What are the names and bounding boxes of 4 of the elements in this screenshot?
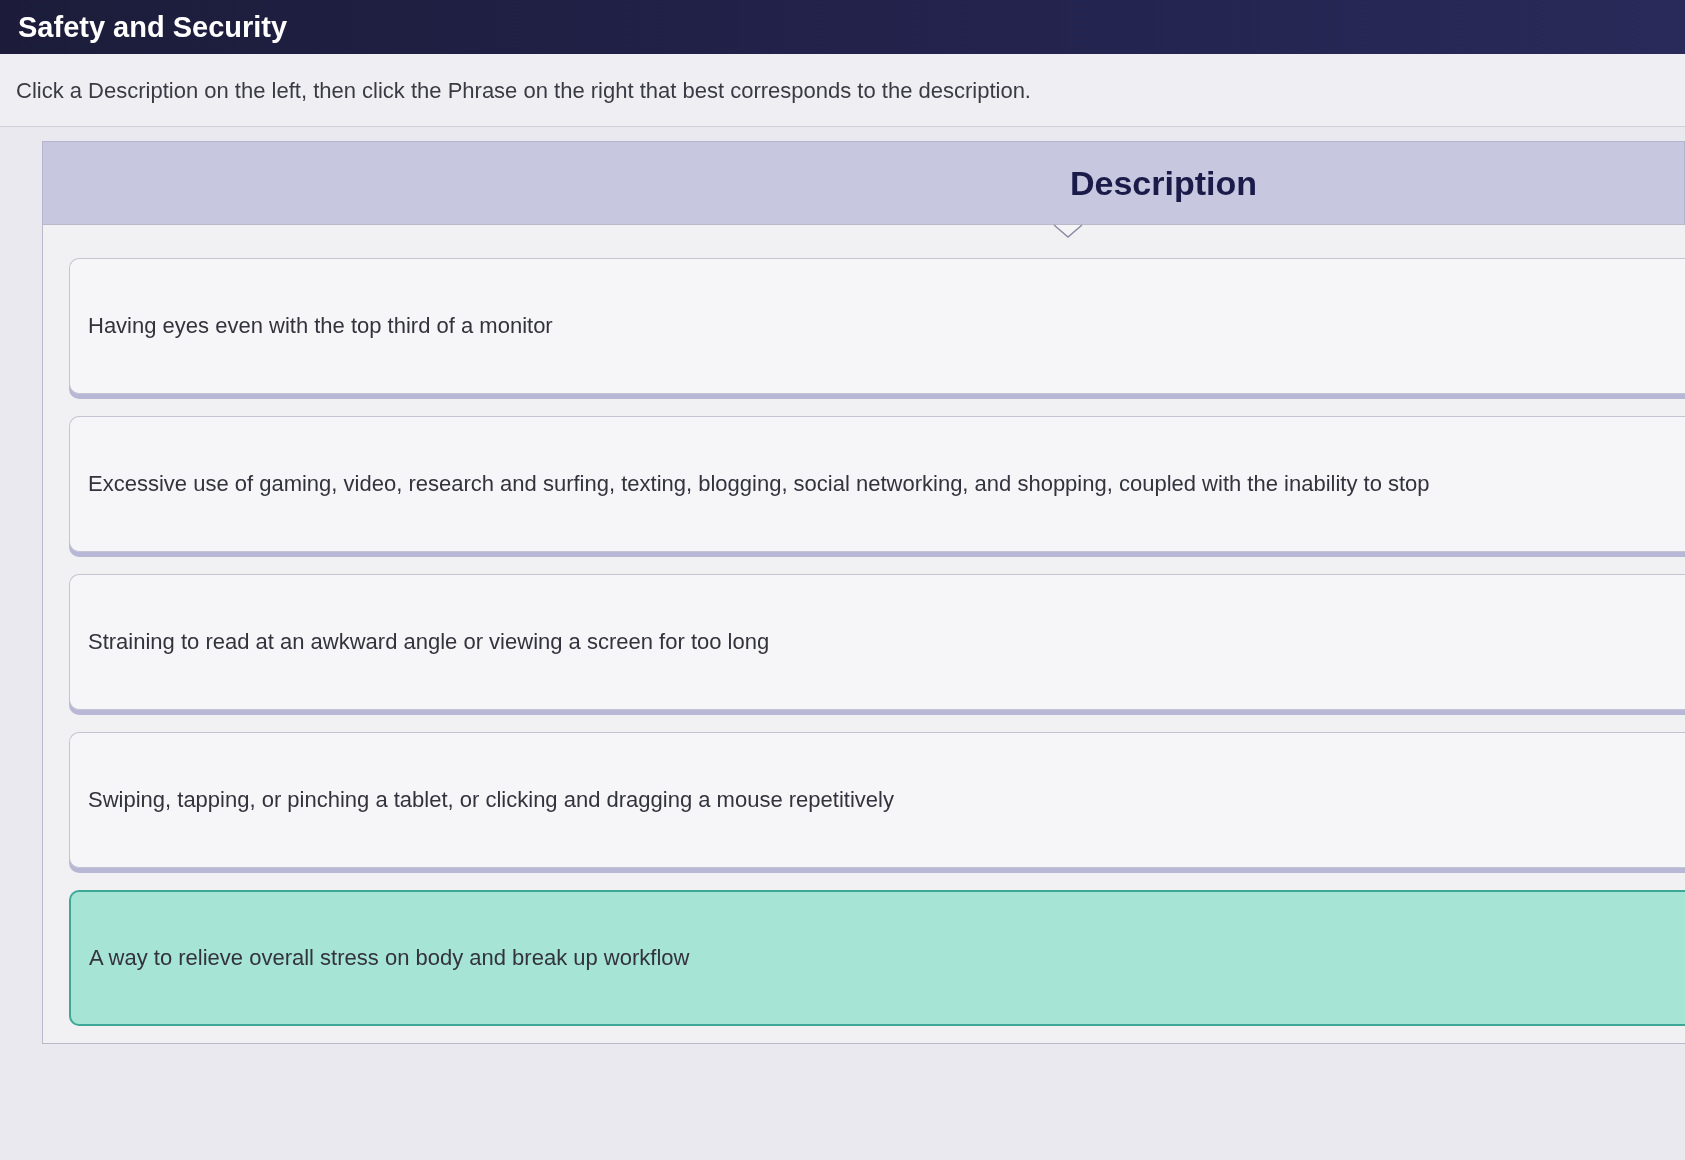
description-option[interactable]: A way to relieve overall stress on body and break up workflow: [69, 890, 1685, 1026]
column-heading: Description: [1070, 163, 1258, 203]
instruction-text: Click a Description on the left, then click the Phrase on the right that best corresponds to the description.: [16, 78, 1032, 104]
window-title: Safety and Security: [18, 10, 288, 44]
